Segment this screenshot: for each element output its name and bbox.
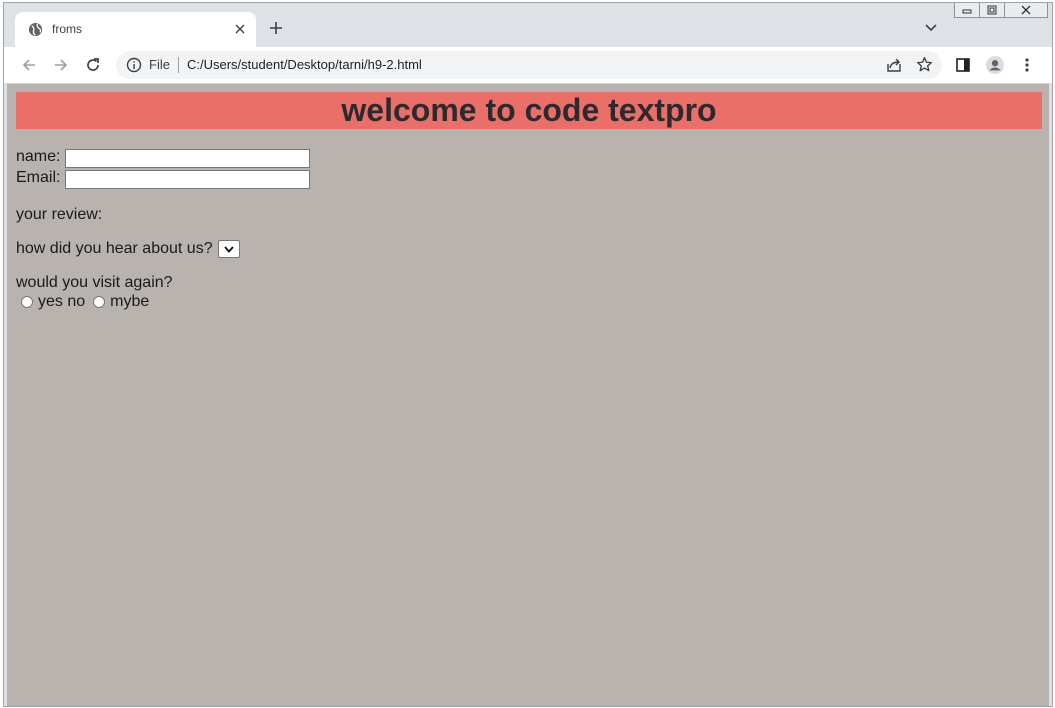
browser-window: froms File C:/Users/student/Desktop/tarn… bbox=[3, 2, 1053, 707]
chevron-down-icon bbox=[223, 245, 234, 253]
scheme-label: File bbox=[149, 57, 170, 72]
chevron-down-icon[interactable] bbox=[924, 21, 938, 35]
radio-yes-no[interactable] bbox=[21, 296, 33, 308]
tab-title: froms bbox=[52, 22, 82, 36]
radio-maybe[interactable] bbox=[93, 296, 106, 308]
page-viewport: welcome to code textpro name: Email: you… bbox=[7, 84, 1049, 706]
email-label: Email: bbox=[16, 169, 61, 186]
tab-froms[interactable]: froms bbox=[15, 12, 256, 47]
new-tab-icon[interactable] bbox=[267, 19, 285, 37]
info-icon[interactable] bbox=[126, 57, 142, 73]
address-bar[interactable]: File C:/Users/student/Desktop/tarni/h9-2… bbox=[116, 51, 942, 79]
profile-avatar-icon[interactable] bbox=[986, 56, 1004, 74]
close-tab-icon[interactable] bbox=[232, 21, 248, 37]
review-label: your review: bbox=[16, 206, 103, 223]
share-icon[interactable] bbox=[886, 57, 902, 73]
email-row: Email: bbox=[16, 169, 310, 190]
header-banner: welcome to code textpro bbox=[16, 92, 1042, 129]
email-input[interactable] bbox=[65, 170, 310, 189]
window-controls bbox=[954, 3, 1048, 19]
restore-button[interactable] bbox=[979, 3, 1005, 18]
close-window-button[interactable] bbox=[1004, 3, 1048, 18]
hear-label: how did you hear about us? bbox=[16, 240, 213, 257]
radio-yes-no-label: yes no bbox=[38, 293, 86, 310]
globe-icon bbox=[28, 22, 43, 37]
tab-strip: froms bbox=[4, 3, 1052, 47]
back-arrow-icon[interactable] bbox=[20, 56, 38, 74]
forward-arrow-icon[interactable] bbox=[52, 56, 70, 74]
radio-maybe-label: mybe bbox=[110, 293, 150, 310]
name-row: name: bbox=[16, 148, 310, 169]
visit-label: would you visit again? bbox=[16, 274, 173, 291]
more-menu-icon[interactable] bbox=[1018, 56, 1036, 74]
bookmark-star-icon[interactable] bbox=[916, 56, 933, 73]
page-heading: welcome to code textpro bbox=[341, 92, 717, 128]
browser-toolbar: File C:/Users/student/Desktop/tarni/h9-2… bbox=[4, 47, 1052, 84]
side-panel-icon[interactable] bbox=[954, 56, 972, 74]
name-input[interactable] bbox=[65, 149, 310, 168]
source-select[interactable] bbox=[217, 240, 240, 258]
hear-row: how did you hear about us? bbox=[16, 240, 240, 258]
visit-radio-group: yes no mybe bbox=[16, 293, 240, 311]
name-label: name: bbox=[16, 148, 61, 165]
minimize-button[interactable] bbox=[954, 3, 980, 18]
divider bbox=[178, 57, 179, 73]
feedback-form: name: Email: your review: how did you he… bbox=[16, 148, 310, 311]
reload-icon[interactable] bbox=[84, 56, 102, 74]
url-text[interactable]: C:/Users/student/Desktop/tarni/h9-2.html bbox=[187, 57, 422, 72]
